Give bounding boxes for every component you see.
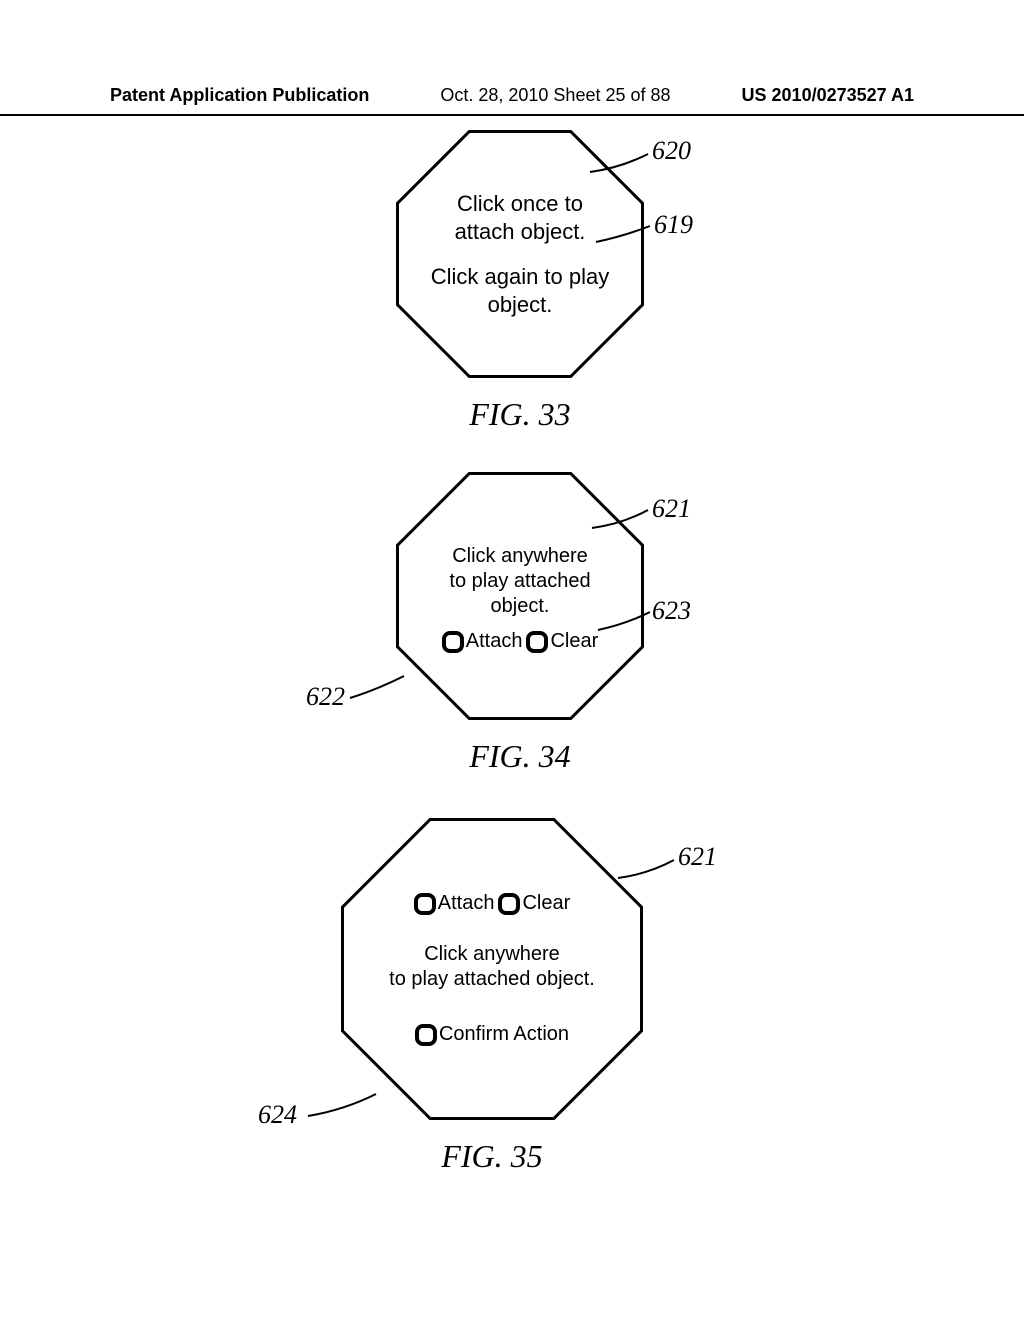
header-sheet-info: Oct. 28, 2010 Sheet 25 of 88: [440, 85, 670, 106]
fig34-line3: object.: [449, 594, 590, 619]
ref-620: 620: [652, 136, 691, 166]
confirm-icon: [415, 1024, 437, 1046]
fig35-caption: FIG. 35: [232, 1138, 752, 1175]
ref-624: 624: [258, 1100, 297, 1130]
figure-33: Click once to attach object. Click again…: [260, 130, 780, 433]
figure-34: Click anywhere to play attached object. …: [260, 472, 780, 775]
attach-icon: [442, 631, 464, 653]
fig35-button-row-bot: Confirm Action: [415, 1022, 569, 1047]
attach-label-35: Attach: [438, 891, 495, 916]
fig34-button-row: Attach Clear: [442, 629, 599, 654]
attach-button-35[interactable]: Attach: [414, 891, 495, 916]
clear-icon: [498, 893, 520, 915]
fig33-instruction-2: Click again to play object.: [431, 263, 610, 318]
fig33-line4: object.: [431, 291, 610, 319]
fig33-instruction-1: Click once to attach object.: [455, 190, 586, 245]
fig33-line3: Click again to play: [431, 263, 610, 291]
clear-label-35: Clear: [522, 891, 570, 916]
fig34-caption: FIG. 34: [260, 738, 780, 775]
octagon-35: Attach Clear Click anywhere to play atta…: [341, 818, 643, 1120]
fig34-instruction: Click anywhere to play attached object.: [449, 544, 590, 619]
ref-623: 623: [652, 596, 691, 626]
confirm-action-button[interactable]: Confirm Action: [415, 1022, 569, 1047]
attach-label-34: Attach: [466, 629, 523, 654]
ref-621-b: 621: [678, 842, 717, 872]
ref-621-a: 621: [652, 494, 691, 524]
fig33-caption: FIG. 33: [260, 396, 780, 433]
ref-619: 619: [654, 210, 693, 240]
clear-button-35[interactable]: Clear: [498, 891, 570, 916]
header-publication: Patent Application Publication: [110, 85, 369, 106]
fig35-instruction: Click anywhere to play attached object.: [389, 942, 595, 992]
fig35-button-row-top: Attach Clear: [414, 891, 571, 916]
fig33-line1: Click once to: [455, 190, 586, 218]
fig34-line1: Click anywhere: [449, 544, 590, 569]
attach-button-34[interactable]: Attach: [442, 629, 523, 654]
attach-icon: [414, 893, 436, 915]
fig34-line2: to play attached: [449, 569, 590, 594]
confirm-label: Confirm Action: [439, 1022, 569, 1047]
header-pub-number: US 2010/0273527 A1: [742, 85, 914, 106]
figure-35: Attach Clear Click anywhere to play atta…: [232, 818, 752, 1175]
clear-label-34: Clear: [550, 629, 598, 654]
clear-icon: [526, 631, 548, 653]
fig35-line1: Click anywhere: [389, 942, 595, 967]
fig33-line2: attach object.: [455, 218, 586, 246]
clear-button-34[interactable]: Clear: [526, 629, 598, 654]
ref-622: 622: [306, 682, 345, 712]
page-header: Patent Application Publication Oct. 28, …: [0, 85, 1024, 116]
fig35-line2: to play attached object.: [389, 967, 595, 992]
